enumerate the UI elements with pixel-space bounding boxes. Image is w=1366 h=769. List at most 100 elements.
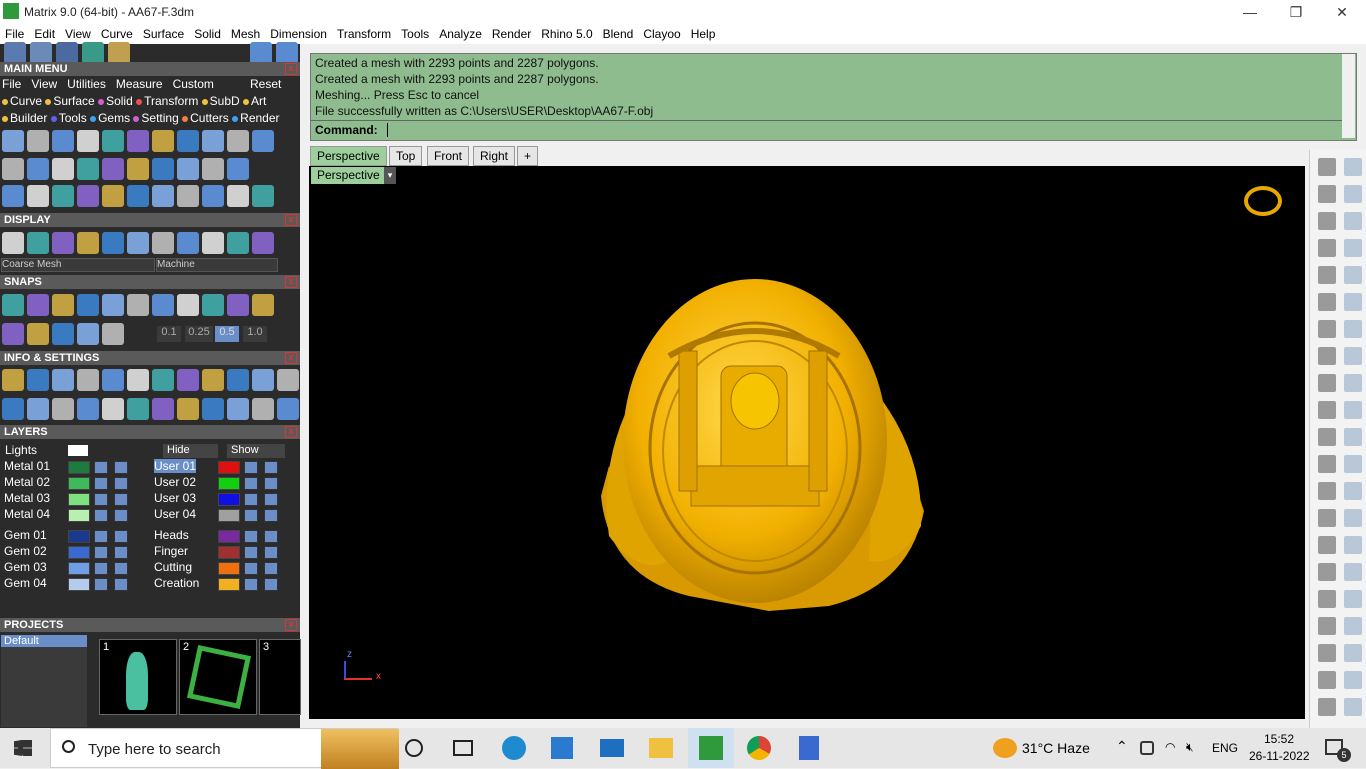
toolbar-icon[interactable] bbox=[1318, 563, 1336, 581]
tool-icon[interactable] bbox=[177, 294, 199, 316]
lock-icon[interactable] bbox=[94, 530, 108, 543]
toolbar-icon[interactable] bbox=[1318, 509, 1336, 527]
tool-icon[interactable] bbox=[56, 42, 78, 64]
toolbar-icon[interactable] bbox=[1344, 293, 1362, 311]
toolbar-icon[interactable] bbox=[1344, 158, 1362, 176]
visibility-toggle[interactable] bbox=[264, 509, 278, 522]
toolbar-icon[interactable] bbox=[1344, 320, 1362, 338]
tool-icon[interactable] bbox=[177, 369, 199, 391]
close-icon[interactable]: x bbox=[285, 426, 297, 438]
lock-icon[interactable] bbox=[94, 493, 108, 506]
tool-icon[interactable] bbox=[202, 185, 224, 207]
toolbar-icon[interactable] bbox=[1344, 266, 1362, 284]
visibility-toggle[interactable] bbox=[114, 562, 128, 575]
tool-icon[interactable] bbox=[227, 369, 249, 391]
layer-name[interactable]: Gem 04 bbox=[4, 576, 47, 590]
mm-reset[interactable]: Reset bbox=[250, 77, 281, 91]
tool-icon[interactable] bbox=[102, 369, 124, 391]
volume-muted-icon[interactable]: 🔇︎ bbox=[1186, 740, 1194, 755]
toolbar-icon[interactable] bbox=[1344, 185, 1362, 203]
tool-icon[interactable] bbox=[102, 130, 124, 152]
tool-icon[interactable] bbox=[127, 294, 149, 316]
layer-color-swatch[interactable] bbox=[68, 461, 90, 474]
layer-name[interactable]: Gem 01 bbox=[4, 528, 47, 542]
tool-icon[interactable] bbox=[2, 130, 24, 152]
command-scrollbar[interactable] bbox=[1342, 54, 1355, 138]
tool-icon[interactable] bbox=[177, 158, 199, 180]
viewport-label[interactable]: Perspective ▾ bbox=[311, 167, 396, 184]
layer-color-swatch[interactable] bbox=[68, 477, 90, 490]
menu-surface[interactable]: Surface bbox=[138, 27, 189, 41]
project-default[interactable]: Default bbox=[1, 635, 87, 647]
lock-icon[interactable] bbox=[244, 477, 258, 490]
tool-icon[interactable] bbox=[152, 158, 174, 180]
tool-icon[interactable] bbox=[77, 398, 99, 420]
toolbar-icon[interactable] bbox=[1344, 347, 1362, 365]
clock-time[interactable]: 15:52 bbox=[1264, 732, 1294, 746]
tool-icon[interactable] bbox=[202, 232, 224, 254]
layer-name[interactable]: Finger bbox=[154, 544, 188, 558]
visibility-toggle[interactable] bbox=[114, 477, 128, 490]
menu-render[interactable]: Render bbox=[487, 27, 536, 41]
tool-icon[interactable] bbox=[2, 185, 24, 207]
tool-icon[interactable] bbox=[152, 398, 174, 420]
tool-icon[interactable] bbox=[77, 158, 99, 180]
cortana-icon[interactable] bbox=[405, 739, 423, 757]
tab-front[interactable]: Front bbox=[427, 146, 470, 166]
tool-icon[interactable] bbox=[177, 232, 199, 254]
mm-custom[interactable]: Custom bbox=[173, 77, 214, 91]
lock-icon[interactable] bbox=[244, 562, 258, 575]
layer-name[interactable]: User 03 bbox=[154, 491, 196, 505]
tool-icon[interactable] bbox=[227, 158, 249, 180]
toolbar-icon[interactable] bbox=[1344, 455, 1362, 473]
layer-color-swatch[interactable] bbox=[218, 546, 240, 559]
visibility-toggle[interactable] bbox=[264, 461, 278, 474]
layer-name[interactable]: User 01 bbox=[154, 459, 197, 473]
menu-rhino[interactable]: Rhino 5.0 bbox=[536, 27, 597, 41]
tool-icon[interactable] bbox=[2, 323, 24, 345]
toolbar-icon[interactable] bbox=[1318, 212, 1336, 230]
tool-icon[interactable] bbox=[127, 185, 149, 207]
layer-color-swatch[interactable] bbox=[218, 477, 240, 490]
tool-icon[interactable] bbox=[52, 398, 74, 420]
calculator-icon[interactable] bbox=[799, 736, 819, 760]
task-view-icon[interactable] bbox=[453, 740, 473, 756]
tool-icon[interactable] bbox=[27, 294, 49, 316]
visibility-toggle[interactable] bbox=[114, 509, 128, 522]
tool-icon[interactable] bbox=[227, 185, 249, 207]
file-explorer-icon[interactable] bbox=[649, 738, 673, 758]
layer-color-swatch[interactable] bbox=[218, 578, 240, 591]
layer-color-swatch[interactable] bbox=[68, 578, 90, 591]
project-thumb[interactable]: 1 bbox=[99, 639, 177, 715]
add-tab-icon[interactable]: + bbox=[517, 146, 539, 166]
tool-icon[interactable] bbox=[2, 398, 24, 420]
toolbar-icon[interactable] bbox=[1344, 482, 1362, 500]
tool-icon[interactable] bbox=[4, 42, 26, 64]
chevron-up-icon[interactable]: ⌃ bbox=[1116, 738, 1128, 755]
tool-icon[interactable] bbox=[277, 398, 299, 420]
project-thumb[interactable]: 2 bbox=[179, 639, 257, 715]
tab-top[interactable]: Top bbox=[389, 146, 423, 166]
tool-icon[interactable] bbox=[77, 185, 99, 207]
mm-measure[interactable]: Measure bbox=[116, 77, 163, 91]
lock-icon[interactable] bbox=[94, 578, 108, 591]
tool-icon[interactable] bbox=[77, 369, 99, 391]
toolbar-icon[interactable] bbox=[1344, 563, 1362, 581]
chevron-down-icon[interactable]: ▾ bbox=[384, 167, 396, 184]
mail-icon[interactable] bbox=[600, 739, 624, 757]
menu-edit[interactable]: Edit bbox=[29, 27, 60, 41]
toolbar-icon[interactable] bbox=[1318, 293, 1336, 311]
tool-icon[interactable] bbox=[252, 232, 274, 254]
visibility-toggle[interactable] bbox=[264, 530, 278, 543]
layer-color-swatch[interactable] bbox=[68, 546, 90, 559]
tool-icon[interactable] bbox=[102, 398, 124, 420]
close-icon[interactable]: x bbox=[285, 352, 297, 364]
close-icon[interactable]: x bbox=[285, 619, 297, 631]
toolbar-icon[interactable] bbox=[1344, 212, 1362, 230]
weather-text[interactable]: 31°C Haze bbox=[1022, 740, 1090, 756]
store-icon[interactable] bbox=[551, 737, 573, 759]
menu-dimension[interactable]: Dimension bbox=[265, 27, 332, 41]
toolbar-icon[interactable] bbox=[1318, 401, 1336, 419]
mm-builder[interactable]: Builder bbox=[10, 111, 47, 125]
visibility-toggle[interactable] bbox=[114, 546, 128, 559]
